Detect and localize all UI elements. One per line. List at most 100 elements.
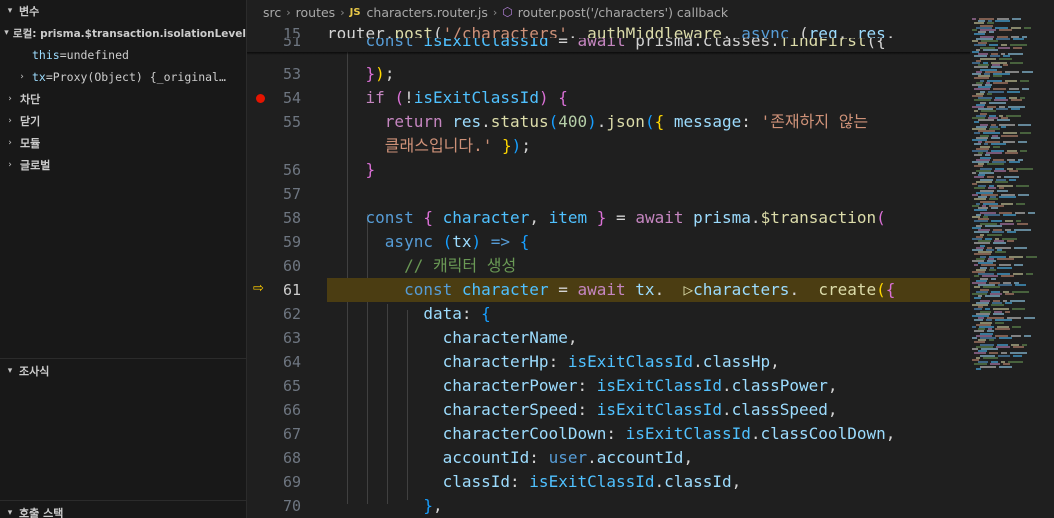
breadcrumb-file[interactable]: characters.router.js xyxy=(367,5,488,20)
line-number: 62 xyxy=(282,305,301,323)
code-token: status xyxy=(490,112,549,131)
code-area[interactable]: 53 }); 54 if (!isExitClassId) {55 return … xyxy=(247,24,970,518)
code-line[interactable]: 65 characterPower: isExitClassId.classPo… xyxy=(247,374,970,398)
minimap-line xyxy=(1026,273,1033,276)
code-line[interactable]: 68 accountId: user.accountId, xyxy=(247,446,970,470)
minimap-line xyxy=(1018,123,1031,126)
minimap-line xyxy=(1028,211,1035,214)
code-line[interactable]: 62 data: { xyxy=(247,302,970,326)
minimap-line xyxy=(974,121,979,124)
code-token: ( xyxy=(876,280,886,299)
code-token: await xyxy=(577,38,626,50)
code-line[interactable]: 59 async (tx) => { xyxy=(247,230,970,254)
line-number: 65 xyxy=(282,377,301,395)
scope-label: 닫기 xyxy=(20,115,41,128)
minimap[interactable] xyxy=(970,18,1054,518)
minimap-line xyxy=(1005,293,1014,295)
minimap-line xyxy=(993,312,1004,315)
sticky-code-line[interactable]: 51 const isExitClassId = await prisma.cl… xyxy=(247,38,970,52)
scope-item[interactable]: › 모듈 xyxy=(0,132,246,154)
code-token: ; xyxy=(521,136,531,155)
scope-item[interactable]: › 차단 xyxy=(0,88,246,110)
code-token: ( xyxy=(548,112,559,131)
scope-local[interactable]: ▾ 로컬: prisma.$transaction.isolationLevel xyxy=(0,22,246,44)
minimap-line xyxy=(989,31,994,34)
code-token: ) xyxy=(587,112,597,131)
callstack-section-header[interactable]: ▾ 호출 스택 xyxy=(0,502,64,518)
code-line[interactable]: 53 }); xyxy=(247,62,970,86)
breadcrumb-folder-src[interactable]: src xyxy=(263,5,281,20)
line-number: 59 xyxy=(282,233,301,251)
minimap-line xyxy=(1020,150,1027,152)
minimap-line xyxy=(995,328,1010,331)
watch-section-header[interactable]: ▾ 조사식 xyxy=(0,360,50,382)
code-line[interactable]: 55 return res.status(400).json({ message… xyxy=(247,110,970,134)
code-line[interactable]: 67 characterCoolDown: isExitClassId.clas… xyxy=(247,422,970,446)
minimap-line xyxy=(995,251,1006,254)
variable-tx[interactable]: › tx = Proxy(Object) {_original… xyxy=(0,66,246,88)
minimap-line xyxy=(993,81,1008,84)
variable-this[interactable]: this = undefined xyxy=(0,44,246,66)
scope-label: 모듈 xyxy=(20,137,41,150)
code-token: const xyxy=(404,280,453,299)
minimap-line xyxy=(989,101,1006,104)
code-token: item xyxy=(548,208,588,227)
code-token: isExitClassId xyxy=(413,88,539,107)
code-token: json xyxy=(606,112,645,131)
code-text: characterName, xyxy=(327,326,578,350)
code-token: classPower xyxy=(731,376,828,395)
breadcrumb-symbol[interactable]: router.post('/characters') callback xyxy=(518,5,728,20)
variables-section-header[interactable]: ▾ 변수 xyxy=(0,0,246,22)
minimap-line xyxy=(1016,167,1033,170)
minimap-line xyxy=(1024,317,1035,320)
minimap-line xyxy=(1001,134,1018,137)
variables-title: 변수 xyxy=(19,5,40,18)
code-token: { xyxy=(423,208,433,227)
code-line[interactable]: 54 if (!isExitClassId) { xyxy=(247,86,970,110)
code-line[interactable]: 56 } xyxy=(247,158,970,182)
code-line[interactable]: 61 const character = await tx. ▷characte… xyxy=(247,278,970,302)
code-token: : xyxy=(548,352,568,371)
minimap-line xyxy=(1009,178,1016,181)
scope-label: 글로벌 xyxy=(20,159,51,172)
code-token: ) xyxy=(471,232,482,251)
scope-item[interactable]: › 글로벌 xyxy=(0,154,246,176)
code-token: . xyxy=(693,352,703,371)
minimap-line xyxy=(974,275,979,278)
minimap-line xyxy=(1015,211,1025,214)
line-number: 61 xyxy=(282,281,301,299)
watch-title: 조사식 xyxy=(19,365,50,378)
scope-item[interactable]: › 닫기 xyxy=(0,110,246,132)
code-text: characterHp: isExitClassId.classHp, xyxy=(327,350,780,374)
code-token: ) xyxy=(538,88,549,107)
code-token: if xyxy=(365,88,385,107)
code-token: character xyxy=(461,280,549,299)
minimap-line xyxy=(991,136,1000,139)
breadcrumb-folder-routes[interactable]: routes xyxy=(296,5,336,20)
code-line[interactable]: 58 const { character, item } = await pri… xyxy=(247,206,970,230)
code-line[interactable]: 64 characterHp: isExitClassId.classHp, xyxy=(247,350,970,374)
code-line[interactable]: 클래스입니다.' }); xyxy=(247,134,970,158)
code-token: findFirst xyxy=(779,38,867,50)
code-line[interactable]: 70 }, xyxy=(247,494,970,518)
code-line[interactable]: 63 characterName, xyxy=(247,326,970,350)
code-token: ( xyxy=(644,112,655,131)
line-number: 70 xyxy=(282,497,301,515)
code-line[interactable]: 69 classId: isExitClassId.classId, xyxy=(247,470,970,494)
chevron-right-icon: › xyxy=(492,5,498,19)
code-token: . xyxy=(789,280,819,299)
code-token: classId xyxy=(664,472,732,491)
code-line[interactable]: 66 characterSpeed: isExitClassId.classSp… xyxy=(247,398,970,422)
code-line[interactable]: 60 // 캐릭터 생성 xyxy=(247,254,970,278)
minimap-line xyxy=(1012,308,1025,311)
minimap-line xyxy=(1014,229,1031,232)
code-line[interactable]: 57 xyxy=(247,182,970,206)
code-token: tx xyxy=(452,232,472,251)
chevron-right-icon: › xyxy=(19,72,25,82)
variable-value: undefined xyxy=(66,48,129,62)
